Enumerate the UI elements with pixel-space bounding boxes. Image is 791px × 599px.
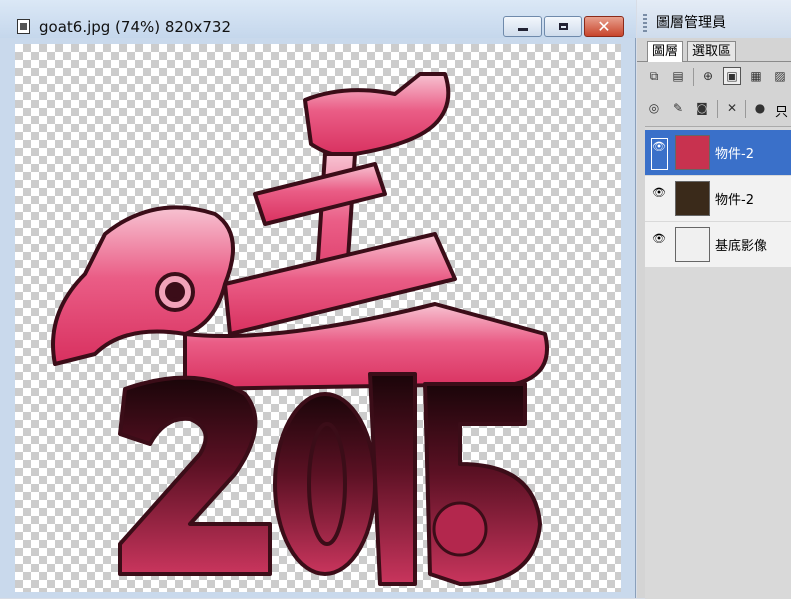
eye-icon[interactable]: 👁	[652, 140, 666, 154]
delete-icon[interactable]: ✕	[723, 99, 741, 117]
close-icon: ✕	[597, 16, 611, 36]
image-canvas[interactable]	[15, 44, 621, 592]
image-icon[interactable]: ▨	[771, 67, 789, 85]
thumbnail-view-icon[interactable]: ▣	[723, 67, 741, 85]
layer-name: 基底影像	[715, 239, 768, 254]
goat-head-shape	[51, 72, 549, 391]
lock-icon[interactable]: ◙	[693, 99, 711, 117]
eye-icon[interactable]: 👁	[652, 232, 666, 246]
layer-item[interactable]: 👁 物件-2	[645, 130, 791, 175]
canvas-frame	[6, 38, 630, 593]
image-titlebar[interactable]: goat6.jpg (74%) 820x732 ✕	[0, 0, 636, 38]
merge-layer-icon[interactable]: ▤	[669, 67, 687, 85]
tab-layers[interactable]: 圖層	[647, 41, 684, 62]
toolbar-only-label[interactable]: 只	[775, 101, 788, 120]
properties-icon[interactable]: ▦	[747, 67, 765, 85]
panel-titlebar[interactable]: 圖層管理員	[637, 0, 791, 38]
layer-item[interactable]: 👁 物件-2	[645, 176, 791, 221]
minimize-button[interactable]	[503, 16, 542, 37]
panel-title: 圖層管理員	[656, 15, 726, 31]
layer-toolbar-bottom: ◎ ✎ ◙ ✕ ● 只	[637, 96, 791, 122]
zoom-icon[interactable]: ⊕	[699, 67, 717, 85]
layer-list: 👁 物件-2 👁 物件-2 👁 基底影像	[645, 126, 791, 599]
image-title: goat6.jpg (74%) 820x732	[39, 18, 232, 36]
panel-tabs: 圖層 選取區	[637, 39, 791, 62]
layer-manager-panel: 圖層管理員 圖層 選取區 ⧉ ▤ ⊕ ▣ ▦ ▨ ◎ ✎ ◙ ✕ ● 只 👁 物…	[637, 0, 791, 599]
toolbar-divider	[717, 100, 718, 118]
year-2015-shape	[118, 372, 542, 586]
goat-2015-artwork	[51, 72, 549, 586]
minimize-icon	[517, 28, 528, 31]
close-button[interactable]: ✕	[584, 16, 624, 37]
tab-selection[interactable]: 選取區	[687, 41, 737, 61]
maximize-icon	[558, 23, 568, 30]
merge-all-icon[interactable]: ●	[751, 99, 769, 117]
mask-icon[interactable]: ◎	[645, 99, 663, 117]
edit-mask-icon[interactable]: ✎	[669, 99, 687, 117]
layer-toolbar-top: ⧉ ▤ ⊕ ▣ ▦ ▨	[637, 64, 791, 90]
toolbar-divider	[693, 68, 694, 86]
grip-icon[interactable]	[643, 14, 647, 34]
eye-icon[interactable]: 👁	[652, 186, 666, 200]
layer-thumbnail	[675, 135, 710, 170]
layer-name: 物件-2	[715, 193, 754, 208]
copy-layer-icon[interactable]: ⧉	[645, 67, 663, 85]
layer-thumbnail	[675, 227, 710, 262]
layer-item[interactable]: 👁 基底影像	[645, 222, 791, 267]
toolbar-divider	[745, 100, 746, 118]
image-window[interactable]: goat6.jpg (74%) 820x732 ✕	[0, 0, 636, 598]
document-icon	[17, 19, 30, 34]
layer-name: 物件-2	[715, 147, 754, 162]
layer-thumbnail	[675, 181, 710, 216]
maximize-button[interactable]	[544, 16, 582, 37]
